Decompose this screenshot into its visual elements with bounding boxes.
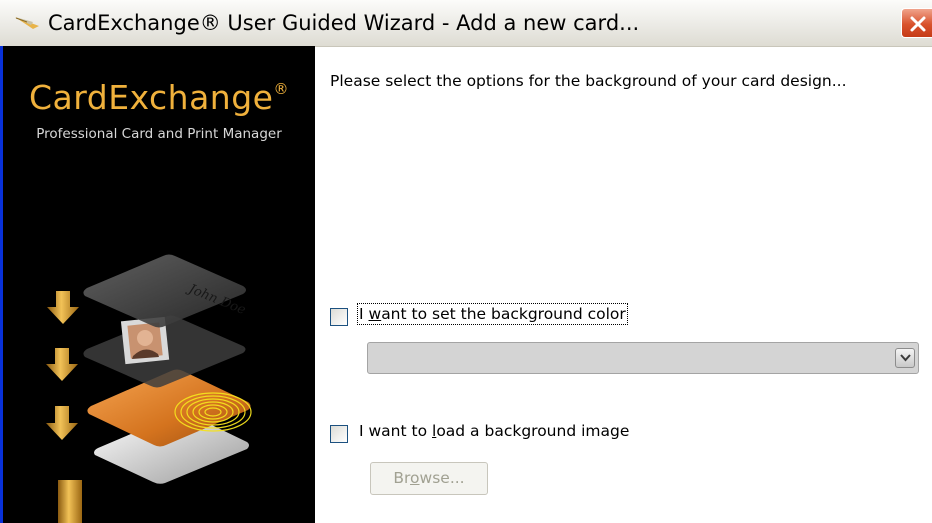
- down-arrow-icon: [46, 348, 78, 381]
- logo-tagline: Professional Card and Print Manager: [36, 126, 282, 142]
- down-arrow-icon: [46, 406, 78, 440]
- background-color-label[interactable]: I want to set the background color: [357, 303, 628, 325]
- background-color-select[interactable]: [367, 342, 919, 374]
- background-color-checkbox[interactable]: [330, 308, 348, 326]
- background-image-label[interactable]: I want to load a background image: [359, 422, 629, 440]
- id-card-layer: [83, 315, 246, 388]
- browse-button[interactable]: Browse...: [370, 462, 488, 495]
- dropdown-button[interactable]: [895, 348, 915, 368]
- window-title: CardExchange® User Guided Wizard - Add a…: [48, 11, 640, 35]
- card-layers-illustration: John Doe: [46, 254, 252, 523]
- down-arrow-icon: [47, 291, 79, 324]
- wizard-sidebar: CardExchange® Professional Card and Prin…: [3, 46, 315, 523]
- background-image-checkbox[interactable]: [330, 425, 348, 443]
- page-instructions: Please select the options for the backgr…: [330, 72, 847, 90]
- down-arrow-icon: [58, 480, 82, 523]
- chevron-down-icon: [900, 354, 911, 362]
- cardexchange-logo: CardExchange®: [29, 78, 289, 117]
- background-color-label-focus: I want to set the background color: [357, 303, 628, 325]
- name-card-layer: John Doe: [83, 254, 248, 328]
- title-bar: CardExchange® User Guided Wizard - Add a…: [0, 0, 932, 47]
- close-icon: [910, 16, 926, 32]
- wizard-page: Please select the options for the backgr…: [315, 46, 932, 523]
- cardexchange-app-icon: [13, 13, 41, 33]
- close-button[interactable]: [901, 8, 932, 38]
